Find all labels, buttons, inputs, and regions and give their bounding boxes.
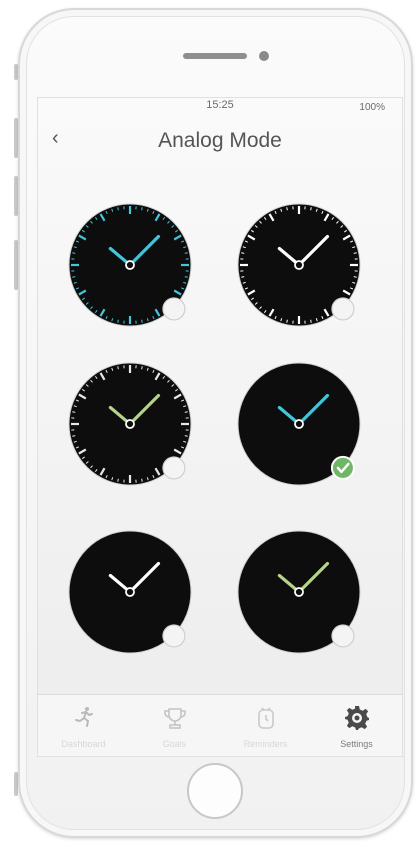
watch-face-white-ticks[interactable]: [236, 202, 388, 354]
front-camera: [259, 51, 269, 61]
tab-label-dashboard: Dashboard: [61, 739, 106, 749]
tab-label-reminders: Reminders: [243, 739, 288, 749]
app-screen: 15:25 100% ‹ Analog Mode Dashboard Goals…: [37, 97, 403, 757]
gear-icon: [344, 705, 370, 736]
page-title: Analog Mode: [158, 129, 282, 152]
tab-settings[interactable]: Settings: [311, 695, 402, 756]
alarm-clock-icon: [254, 705, 278, 736]
tab-reminders[interactable]: Reminders: [220, 695, 311, 756]
radio-unselected-icon[interactable]: [162, 624, 186, 648]
watch-face-cyan-plain[interactable]: [236, 361, 388, 513]
status-time: 15:25: [206, 99, 234, 111]
radio-unselected-icon[interactable]: [162, 297, 186, 321]
tab-goals[interactable]: Goals: [129, 695, 220, 756]
watch-face-lime-plain[interactable]: [236, 529, 388, 681]
tab-label-goals: Goals: [162, 739, 187, 749]
radio-unselected-icon[interactable]: [331, 624, 355, 648]
tab-bar: Dashboard Goals Reminders Settings: [38, 694, 402, 756]
home-button[interactable]: [187, 763, 243, 819]
selected-check-icon[interactable]: [330, 455, 355, 480]
radio-unselected-icon[interactable]: [331, 297, 355, 321]
status-battery: 100%: [359, 102, 385, 113]
earpiece-speaker: [183, 53, 247, 59]
running-person-icon: [72, 705, 96, 734]
watch-face-lime-ticks[interactable]: [67, 361, 219, 513]
watch-face-cyan-ticks[interactable]: [67, 202, 219, 354]
watch-face-white-plain[interactable]: [67, 529, 219, 681]
radio-unselected-icon[interactable]: [162, 456, 186, 480]
trophy-icon: [162, 705, 188, 736]
tab-dashboard[interactable]: Dashboard: [38, 695, 129, 756]
tab-label-settings: Settings: [340, 739, 373, 749]
